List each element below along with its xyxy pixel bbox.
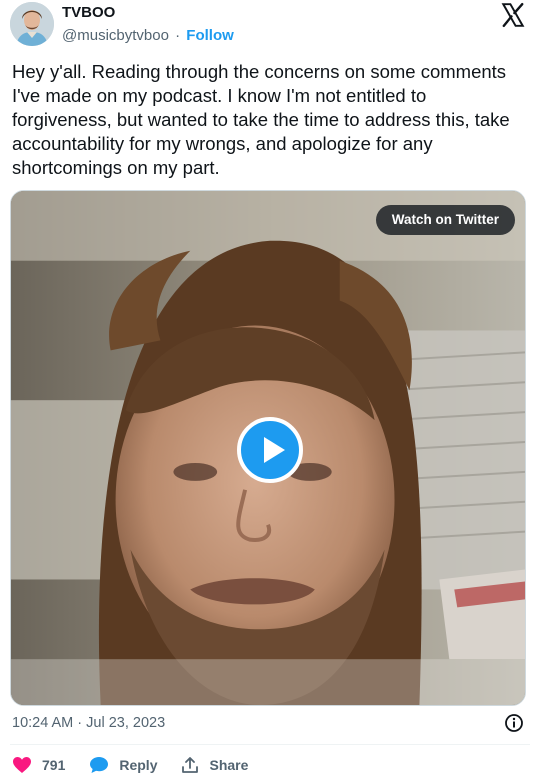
like-button[interactable]: 791 [12, 756, 65, 774]
share-button[interactable]: Share [181, 756, 248, 774]
author-handle-row: @musicbytvboo · Follow [62, 27, 234, 45]
video-player[interactable]: Watch on Twitter [10, 190, 526, 706]
tweet-header: TVBOO @musicbytvboo · Follow [10, 2, 530, 48]
author-info: TVBOO @musicbytvboo · Follow [62, 4, 234, 45]
heart-icon [13, 757, 31, 773]
x-logo-icon[interactable] [500, 2, 526, 28]
share-label: Share [209, 757, 249, 773]
play-icon [264, 437, 285, 463]
play-button[interactable] [237, 417, 303, 483]
tweet-text: Hey y'all. Reading through the concerns … [12, 61, 510, 178]
info-icon[interactable] [504, 713, 524, 733]
reply-button[interactable]: Reply [89, 756, 157, 774]
share-icon [182, 757, 199, 773]
separator-dot: · [175, 27, 181, 44]
tweet-timestamp[interactable]: 10:24 AM · Jul 23, 2023 [12, 715, 165, 731]
author-handle[interactable]: @musicbytvboo [62, 27, 169, 44]
follow-button[interactable]: Follow [186, 27, 234, 44]
divider [10, 744, 530, 745]
watch-on-twitter-button[interactable]: Watch on Twitter [375, 205, 515, 235]
avatar[interactable] [10, 2, 54, 46]
like-count: 791 [42, 757, 66, 773]
embedded-tweet: TVBOO @musicbytvboo · Follow Hey y'all. … [0, 0, 540, 780]
reply-label: Reply [119, 757, 158, 773]
author-display-name[interactable]: TVBOO [62, 4, 234, 22]
reply-bubble-icon [90, 757, 109, 773]
tweet-actions: 791 Reply Share [12, 754, 272, 776]
